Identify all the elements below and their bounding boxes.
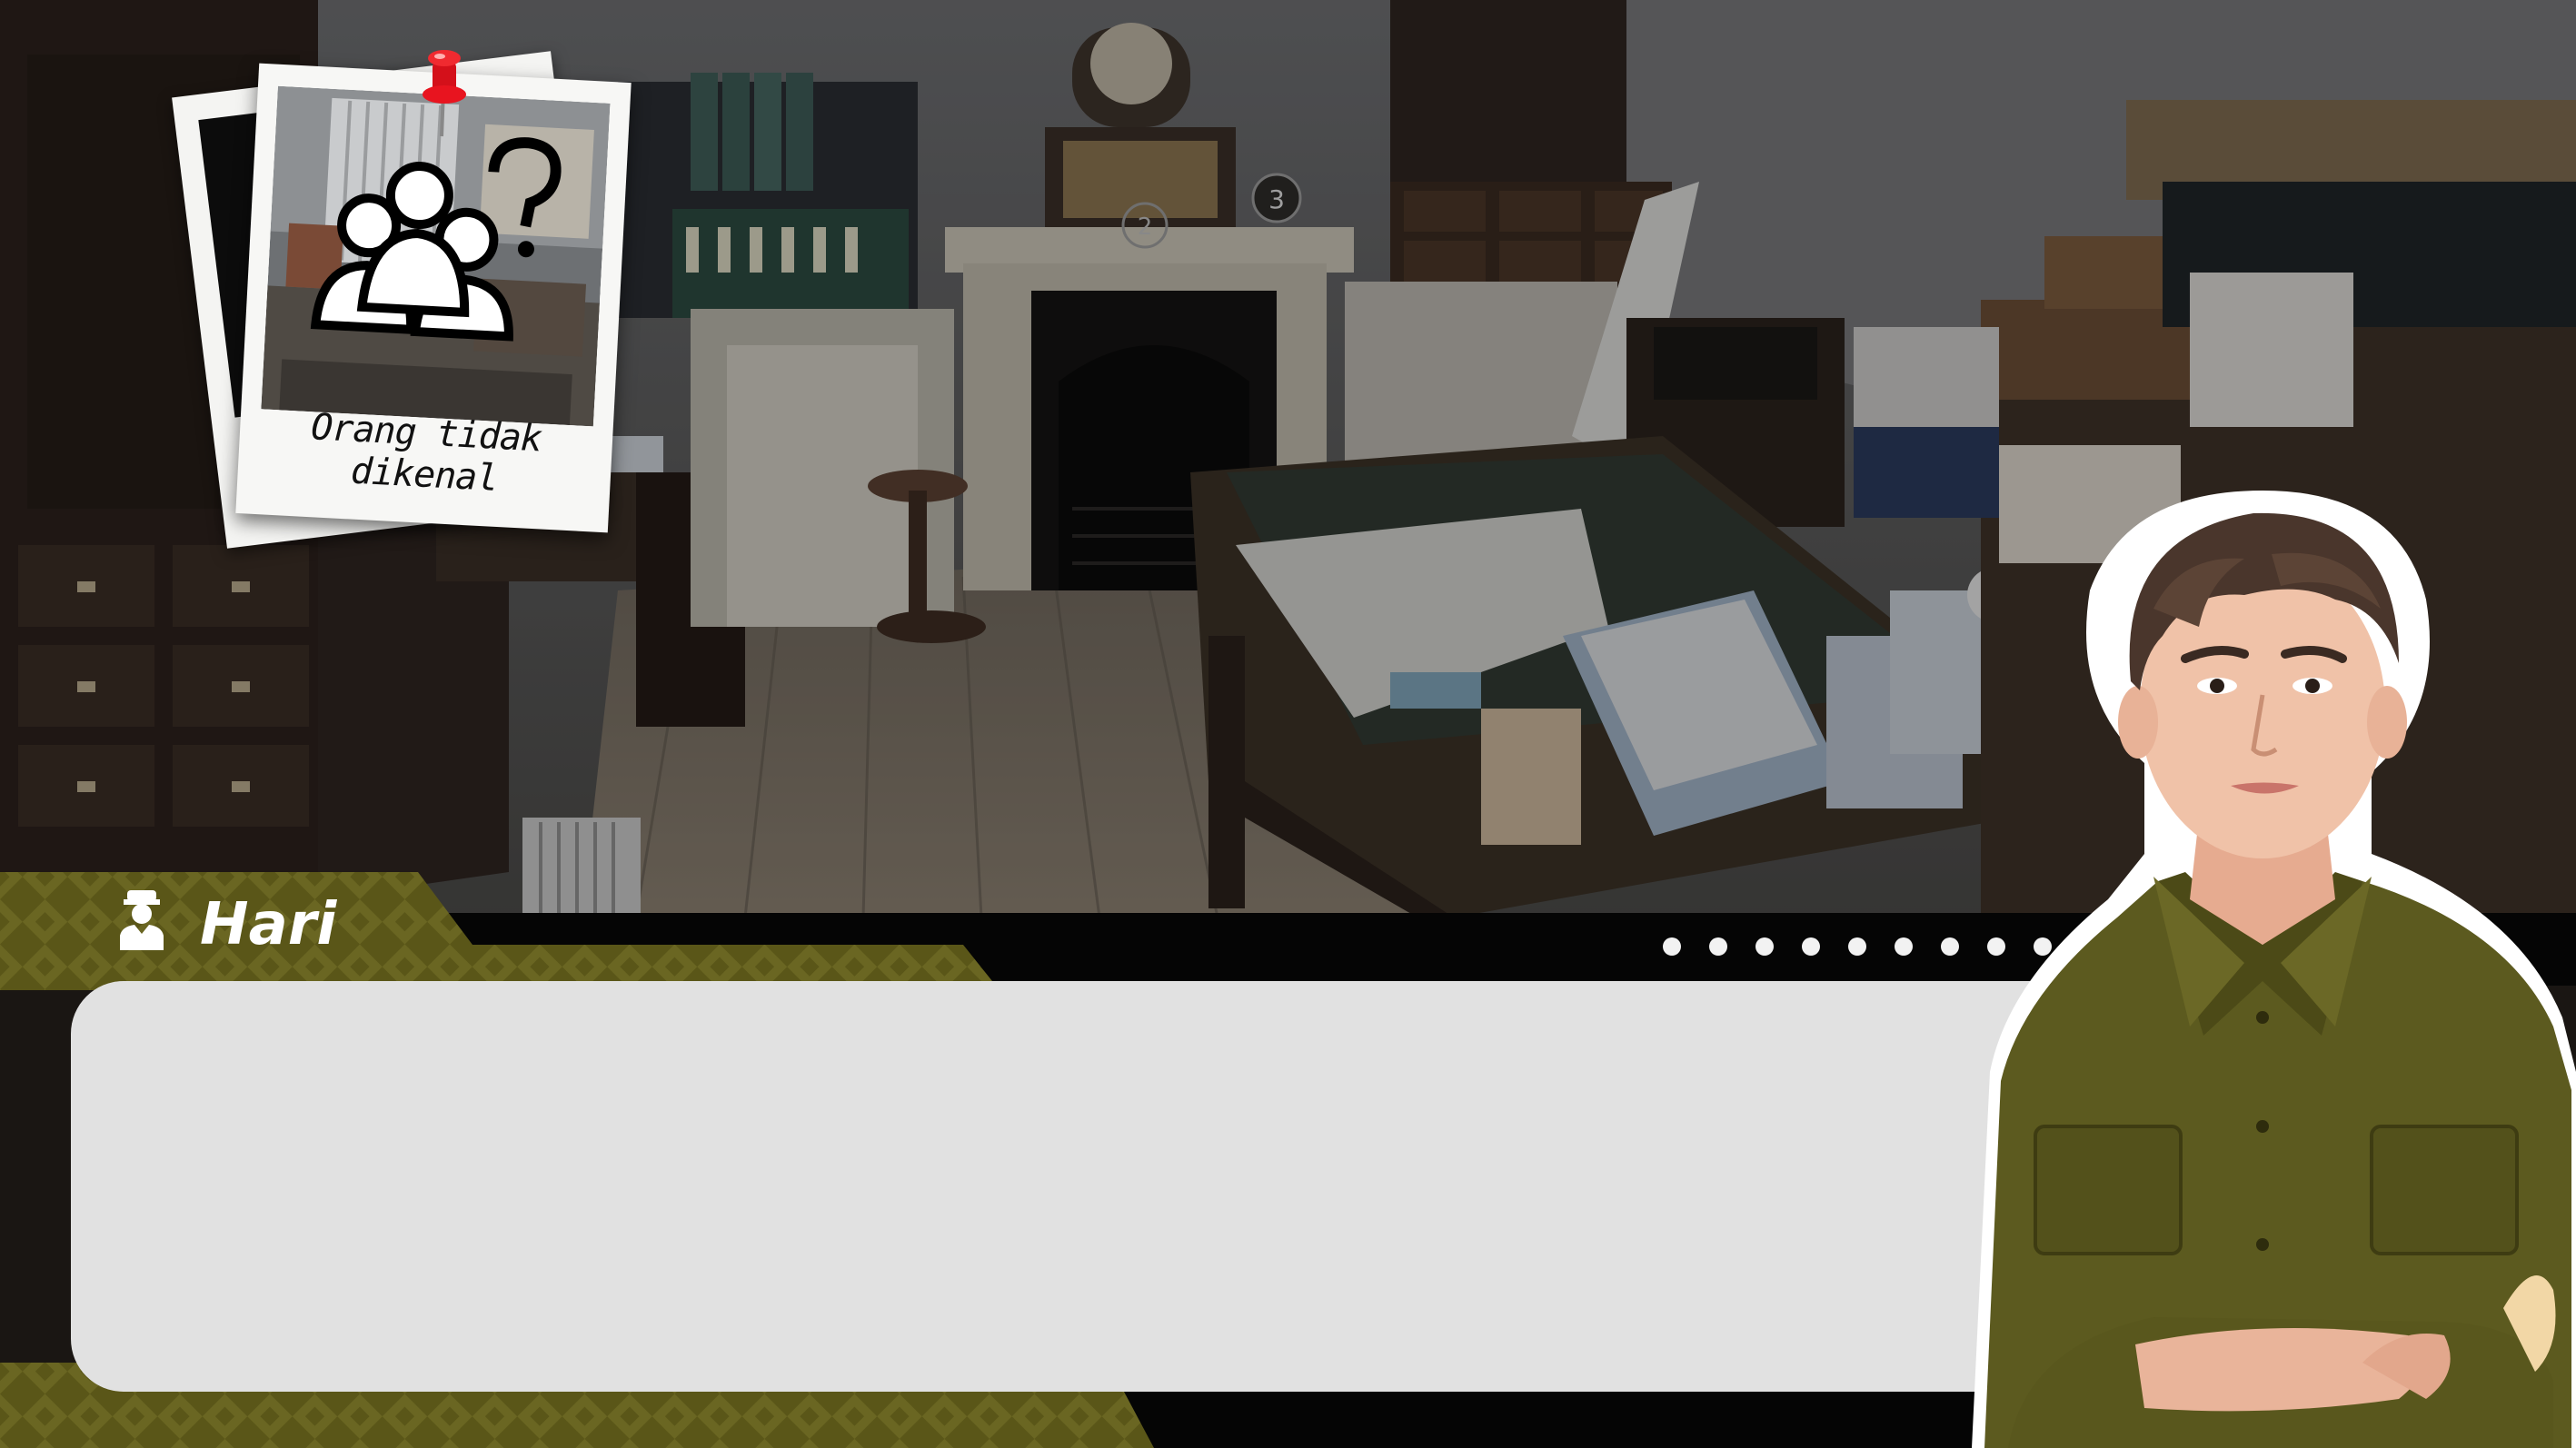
speaker-name: Hari xyxy=(200,891,337,958)
evidence-card[interactable]: Orang tidak dikenal xyxy=(172,36,645,549)
pushpin-icon xyxy=(423,50,466,137)
character-portrait-hari xyxy=(1972,491,2576,1448)
progress-dot xyxy=(1895,937,1913,956)
soldier-icon xyxy=(120,890,164,950)
progress-dot xyxy=(1709,937,1727,956)
dialogue-box[interactable] xyxy=(71,981,2088,1392)
progress-dot xyxy=(1663,937,1681,956)
progress-dot xyxy=(1755,937,1774,956)
progress-dot xyxy=(1848,937,1866,956)
progress-dot xyxy=(1941,937,1959,956)
progress-dot xyxy=(1802,937,1820,956)
